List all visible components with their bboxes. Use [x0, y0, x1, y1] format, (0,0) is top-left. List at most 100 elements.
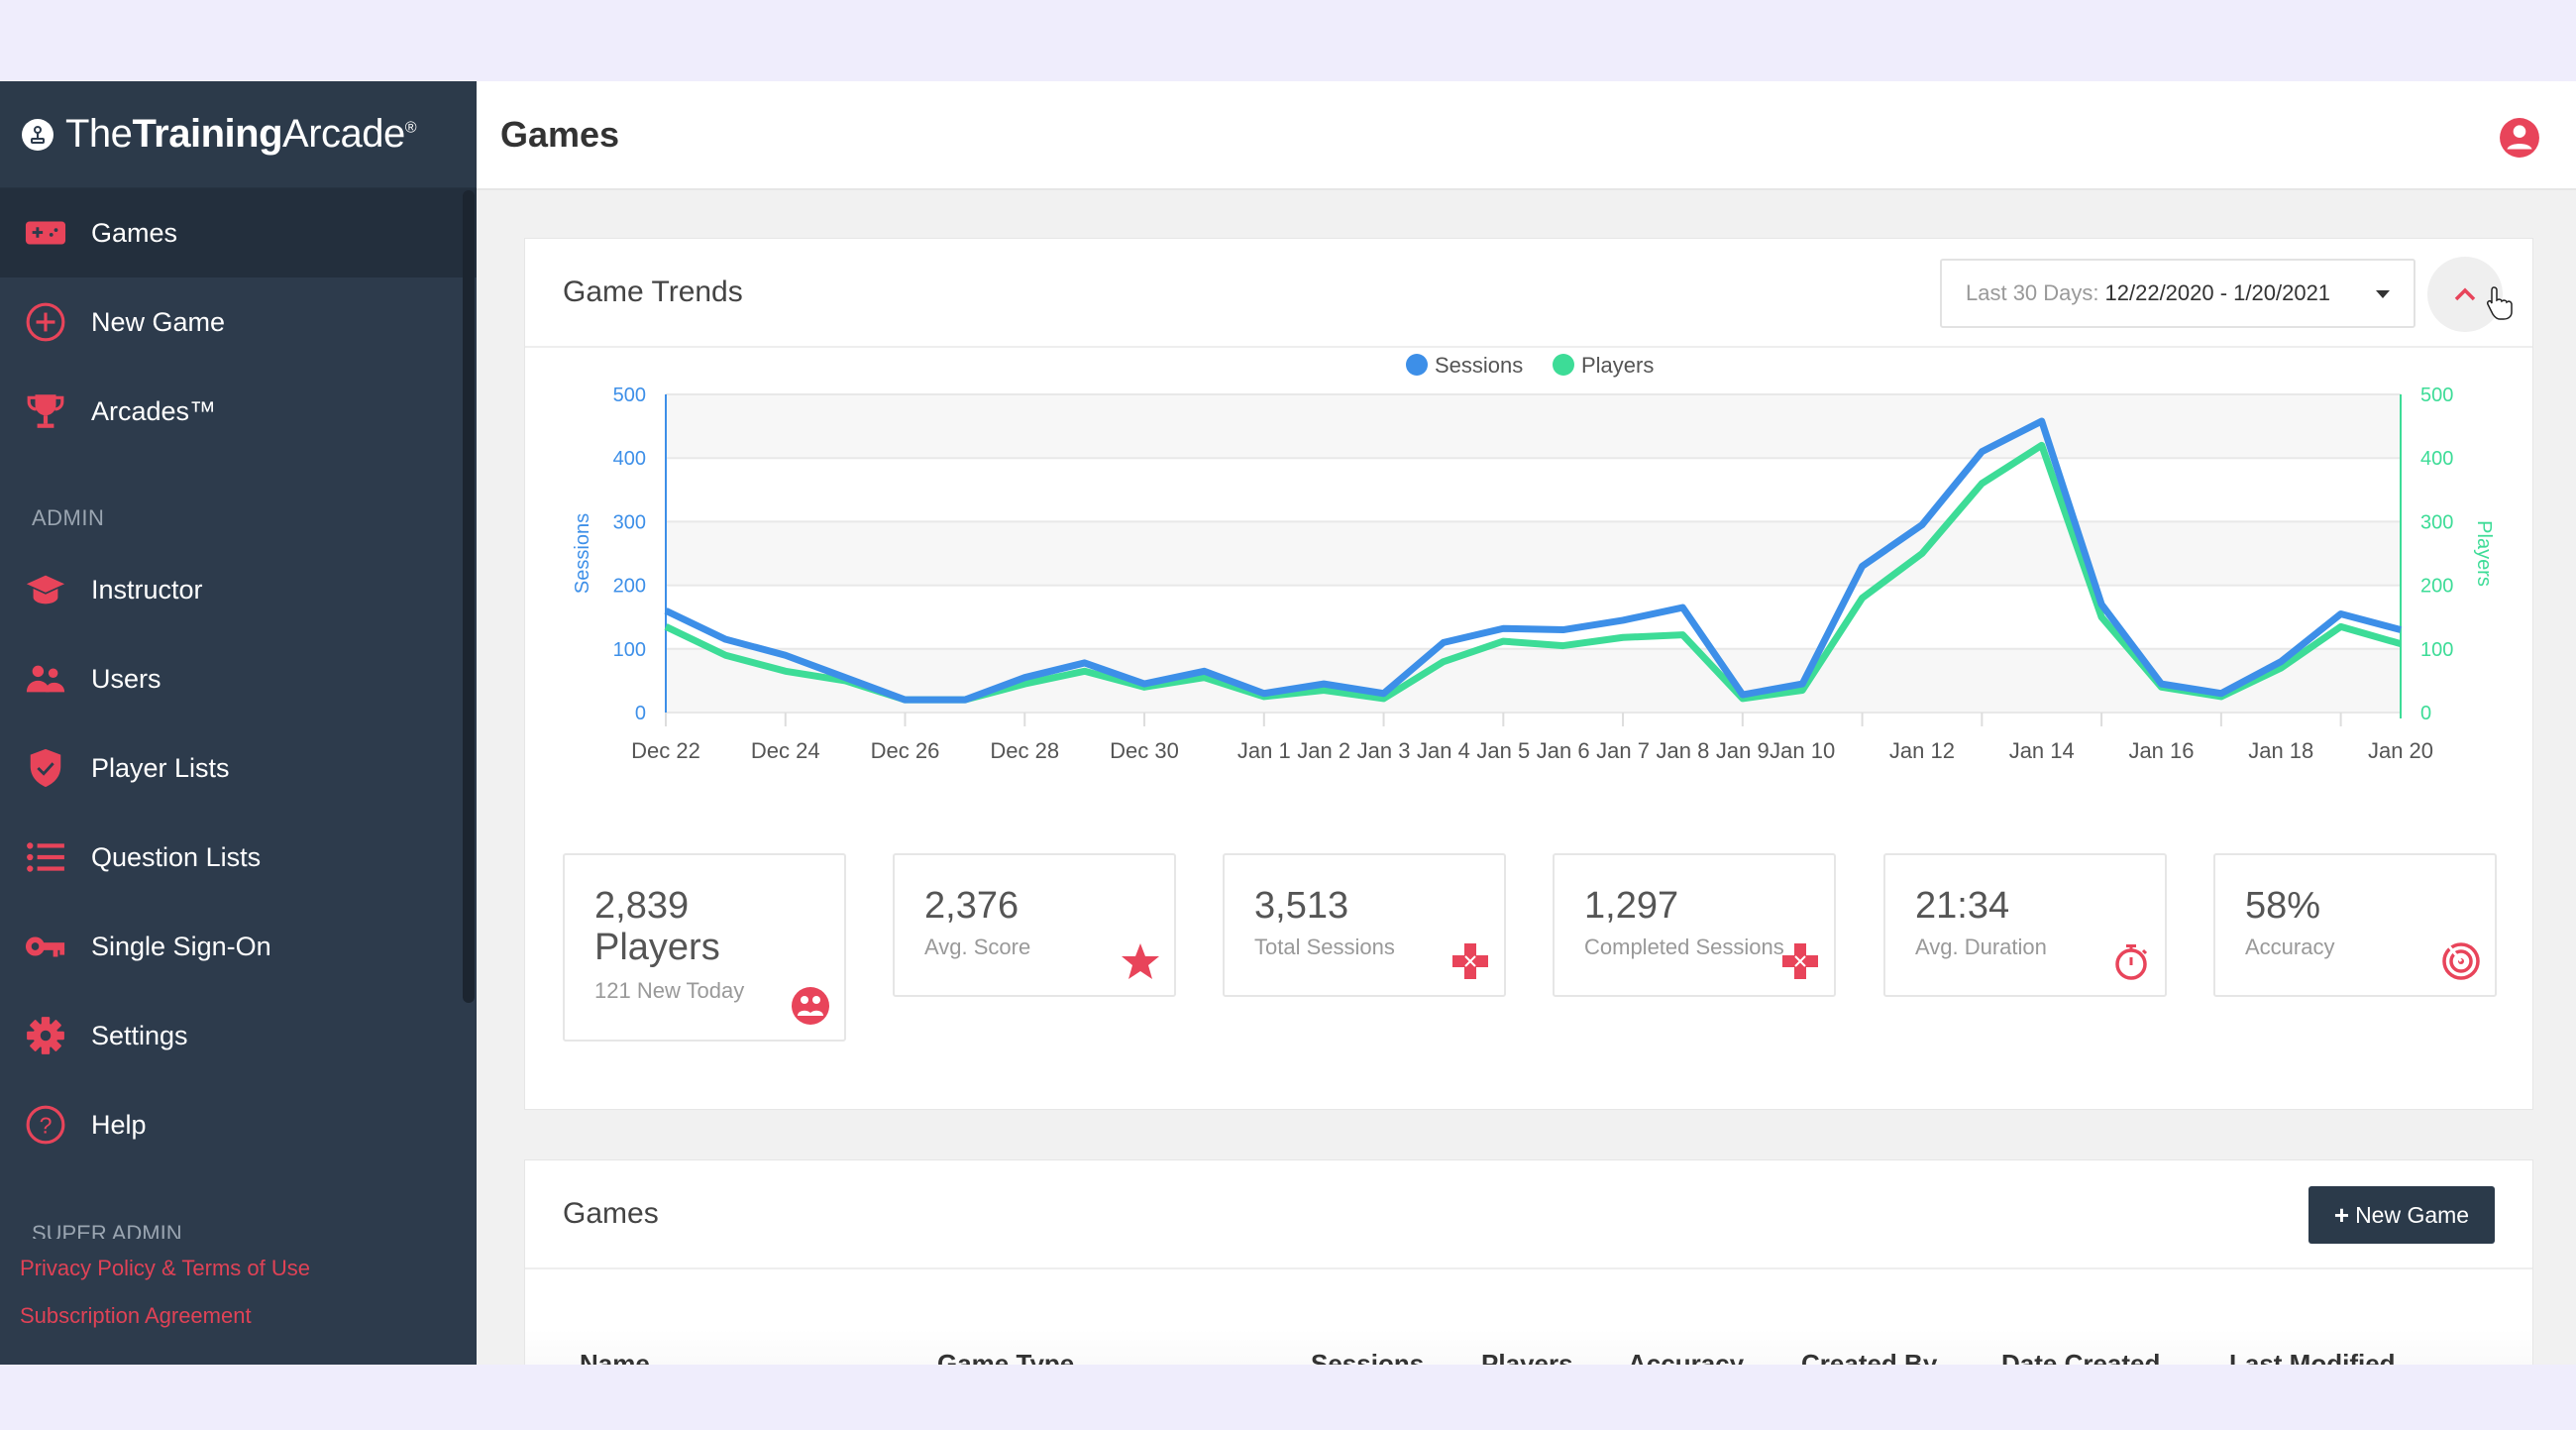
sidebar-item-single-sign-on[interactable]: Single Sign-On: [0, 902, 477, 991]
stat-value: 1,297: [1584, 885, 1679, 927]
question-circle-icon: ?: [24, 1105, 67, 1145]
column-header-players[interactable]: Players: [1481, 1349, 1573, 1365]
sidebar-item-label: New Game: [91, 306, 226, 337]
x-tick-label: Jan 18: [2248, 738, 2313, 763]
trophy-icon: [24, 391, 67, 431]
sidebar-item-question-lists[interactable]: Question Lists: [0, 813, 477, 902]
new-game-button-label: New Game: [2355, 1201, 2470, 1228]
x-tick-label: Dec 22: [631, 738, 700, 763]
sidebar-item-label: Instructor: [91, 574, 203, 605]
x-tick-label: Dec 28: [990, 738, 1059, 763]
sidebar-item-arcades[interactable]: Arcades™: [0, 367, 477, 456]
y-axis-label-right: Players: [2473, 520, 2495, 587]
game-trends-card: Game Trends Last 30 Days: 12/22/2020 - 1…: [524, 238, 2533, 1110]
y-tick-label-right: 0: [2420, 703, 2431, 724]
sidebar-item-new-game[interactable]: New Game: [0, 277, 477, 367]
sidebar-item-label: Question Lists: [91, 841, 262, 872]
sidebar-item-label: Arcades™: [91, 395, 217, 426]
grid-band: [666, 394, 2401, 459]
star-icon: [1122, 943, 1159, 979]
y-tick-label-right: 200: [2420, 576, 2453, 598]
games-card: Games + New Game Name Game Type Sessions…: [524, 1159, 2533, 1365]
sidebar-item-label: Users: [91, 663, 161, 694]
x-tick-label: Jan 8: [1657, 738, 1710, 763]
y-tick-label-left: 400: [613, 448, 646, 470]
user-circle-icon[interactable]: [2499, 117, 2540, 159]
x-tick-label: Dec 24: [751, 738, 820, 763]
grid-band: [666, 585, 2401, 649]
stat-value: 3,513: [1254, 885, 1349, 927]
games-card-title: Games: [563, 1197, 659, 1230]
date-range-label: Last 30 Days:: [1966, 280, 2099, 305]
stat-value: 2,839: [594, 885, 690, 927]
column-header-name[interactable]: Name: [580, 1349, 650, 1365]
column-header-last-modified[interactable]: Last Modified: [2229, 1349, 2396, 1365]
sidebar-item-settings[interactable]: Settings: [0, 991, 477, 1080]
stat-card-completed-sessions: 1,297 Completed Sessions: [1553, 853, 1836, 997]
column-header-game-type[interactable]: Game Type: [937, 1349, 1074, 1365]
graduation-cap-icon: [24, 570, 67, 609]
column-header-created-by[interactable]: Created By: [1801, 1349, 1937, 1365]
stat-card-total-sessions: 3,513 Total Sessions: [1223, 853, 1506, 997]
brand-logo[interactable]: TheTrainingArcade®: [0, 81, 477, 188]
x-tick-label: Jan 3: [1357, 738, 1411, 763]
sidebar-item-player-lists[interactable]: Player Lists: [0, 723, 477, 813]
x-tick-label: Dec 30: [1110, 738, 1179, 763]
page-title: Games: [500, 114, 620, 155]
date-range-dropdown[interactable]: Last 30 Days: 12/22/2020 - 1/20/2021: [1940, 259, 2415, 328]
game-trends-title: Game Trends: [563, 275, 743, 308]
trends-chart: 0 0 100 100 200 200 300 300 400 400 500 500 Sessions…: [572, 353, 2495, 763]
x-tick-label: Jan 16: [2128, 738, 2194, 763]
privacy-policy-link[interactable]: Privacy Policy & Terms of Use: [20, 1256, 310, 1281]
grid-band: [666, 521, 2401, 586]
legend-marker-players: [1553, 354, 1574, 376]
brand-name: TheTrainingArcade®: [65, 112, 417, 156]
y-tick-label-right: 300: [2420, 511, 2453, 533]
y-axis-label-left: Sessions: [572, 513, 593, 594]
x-tick-label: Jan 20: [2368, 738, 2433, 763]
stat-value: 58%: [2245, 885, 2321, 927]
admin-section-label: ADMIN: [32, 505, 105, 530]
stopwatch-icon: [2115, 944, 2148, 980]
plus-icon: +: [2333, 1199, 2350, 1230]
x-tick-label: Jan 4: [1417, 738, 1470, 763]
gamepad-icon: [24, 213, 67, 253]
new-game-button[interactable]: + New Game: [2308, 1186, 2495, 1244]
sidebar-scrollbar[interactable]: [463, 190, 475, 1003]
column-header-date-created[interactable]: Date Created: [2001, 1349, 2160, 1365]
sidebar-item-instructor[interactable]: Instructor: [0, 545, 477, 634]
x-tick-label: Dec 26: [871, 738, 940, 763]
legend-label-players: Players: [1581, 353, 1654, 378]
column-header-sessions[interactable]: Sessions: [1311, 1349, 1424, 1365]
date-range-value: 12/22/2020 - 1/20/2021: [2104, 280, 2331, 305]
y-tick-label-left: 300: [613, 511, 646, 533]
subscription-agreement-link[interactable]: Subscription Agreement: [20, 1303, 310, 1329]
sidebar-item-users[interactable]: Users: [0, 634, 477, 723]
players-group-icon: [792, 987, 829, 1025]
stat-value-unit: Players: [594, 927, 720, 968]
sidebar-item-label: Player Lists: [91, 752, 230, 783]
chevron-up-icon: [2454, 287, 2476, 301]
x-tick-label: Jan 14: [2009, 738, 2075, 763]
x-tick-label: Jan 1: [1237, 738, 1291, 763]
sidebar-item-label: Help: [91, 1109, 147, 1140]
plus-circle-icon: [24, 302, 67, 342]
x-tick-label: Jan 7: [1596, 738, 1650, 763]
key-icon: [24, 927, 67, 966]
target-icon: [2442, 942, 2480, 980]
super-admin-section-label: SUPER ADMIN: [32, 1221, 182, 1239]
joystick-icon: [22, 118, 54, 151]
y-tick-label-right: 100: [2420, 639, 2453, 661]
dpad-icon: [1782, 943, 1818, 979]
y-tick-label-left: 200: [613, 576, 646, 598]
sidebar-item-help[interactable]: ? Help: [0, 1080, 477, 1169]
sidebar: TheTrainingArcade® Games New Game Arcade…: [0, 81, 477, 1365]
sidebar-item-games[interactable]: Games: [0, 188, 477, 277]
stat-card-avg-duration: 21:34 Avg. Duration: [1883, 853, 2167, 997]
stat-value: 21:34: [1915, 885, 2010, 927]
top-bar: Games: [477, 81, 2576, 190]
stat-card-avg-score: 2,376 Avg. Score: [893, 853, 1176, 997]
x-tick-label: Jan 10: [1770, 738, 1835, 763]
column-header-accuracy[interactable]: Accuracy: [1628, 1349, 1744, 1365]
sidebar-item-label: Single Sign-On: [91, 931, 271, 961]
